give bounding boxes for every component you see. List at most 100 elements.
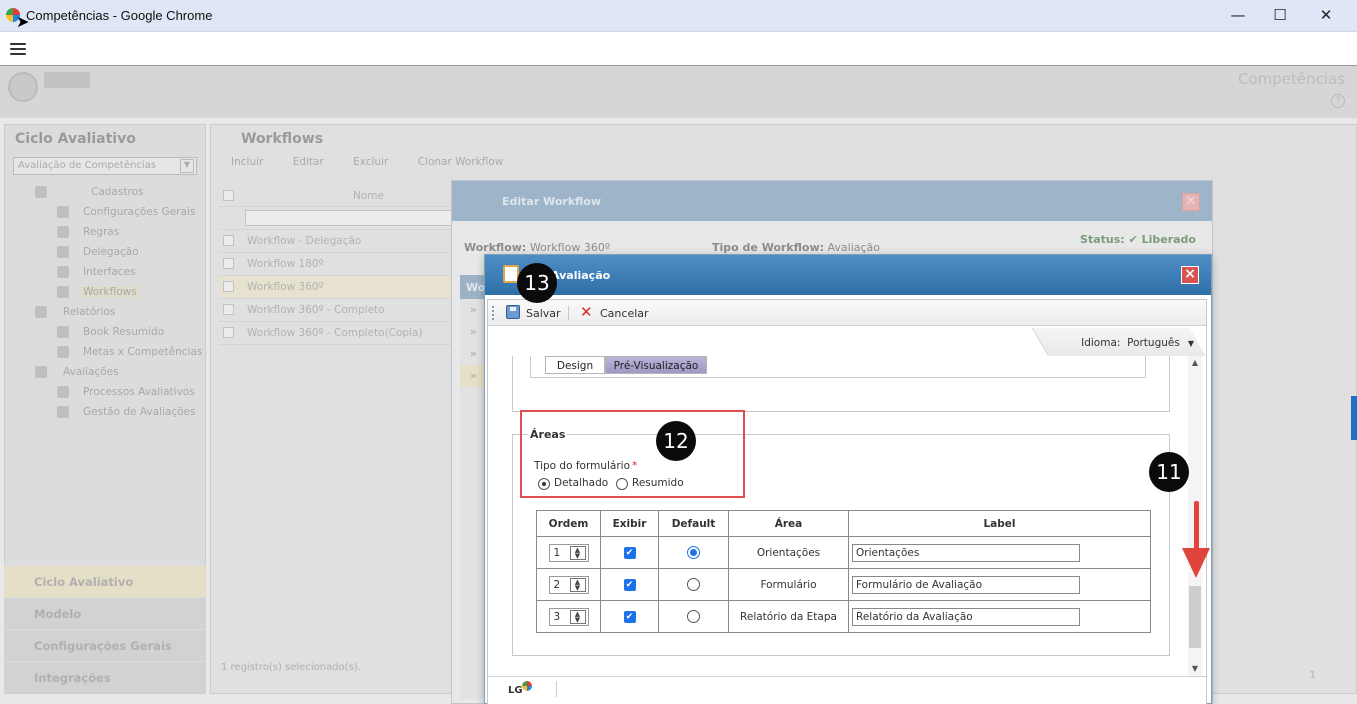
stepper-arrows-icon[interactable]: ▲ ▼: [569, 545, 586, 560]
save-icon: [506, 305, 520, 319]
tree-item[interactable]: Delegação: [5, 243, 205, 263]
sidebar-tab-modelo[interactable]: Modelo: [4, 598, 206, 629]
stepper-arrows-icon[interactable]: ▲ ▼: [569, 577, 586, 592]
label-input[interactable]: Relatório da Avaliação: [852, 607, 1080, 626]
row-checkbox[interactable]: [223, 235, 234, 246]
label-input[interactable]: Formulário de Avaliação: [852, 575, 1080, 594]
exibir-checkbox[interactable]: ✔: [623, 546, 636, 559]
save-button[interactable]: Salvar: [506, 304, 562, 322]
tree-item[interactable]: Avaliações: [5, 363, 205, 383]
tree-item[interactable]: Metas x Competências: [5, 343, 205, 363]
window-title: Competências - Google Chrome: [26, 8, 213, 23]
clipboard-icon: [57, 286, 69, 298]
report-icon: [57, 346, 69, 358]
app-header: Competências ?: [0, 66, 1357, 118]
table-row[interactable]: Workflow - Delegação: [219, 230, 459, 253]
annotation-badge-12: 12: [656, 421, 696, 461]
close-window-button[interactable]: ✕: [1312, 4, 1340, 26]
close-icon[interactable]: ×: [1181, 266, 1199, 284]
scroll-up-icon[interactable]: ▲: [1188, 356, 1202, 370]
folder-icon: [35, 186, 47, 198]
annotation-arrow-head: [1182, 548, 1210, 578]
logo-icon: [522, 681, 532, 691]
tree-item[interactable]: Relatórios: [5, 303, 205, 323]
sidebar-select[interactable]: Avaliação de Competências ▼: [13, 157, 197, 175]
default-radio[interactable]: [687, 578, 700, 591]
editar-button[interactable]: Editar: [293, 156, 324, 168]
modal-toolbar: Salvar ✕ Cancelar: [488, 300, 1206, 326]
col-area: Área: [728, 510, 849, 537]
row-marker[interactable]: »: [460, 299, 486, 321]
grid-filter-row: [219, 207, 459, 230]
chevron-down-icon[interactable]: ▼: [180, 159, 194, 173]
col-default: Default: [658, 510, 729, 537]
col-exibir: Exibir: [600, 510, 659, 537]
default-radio[interactable]: [687, 546, 700, 559]
help-icon[interactable]: ?: [1331, 94, 1345, 108]
row-marker[interactable]: »: [460, 343, 486, 365]
modal-titlebar: Avaliação ×: [485, 255, 1211, 295]
col-ordem: Ordem: [536, 510, 601, 537]
check-icon: ✔: [1128, 233, 1138, 246]
table-row[interactable]: Workflow 360º: [219, 276, 459, 299]
filter-input[interactable]: [245, 210, 459, 226]
main-title: Workflows: [241, 131, 324, 147]
ordem-stepper[interactable]: 1 ▲ ▼: [548, 543, 589, 562]
tree-item[interactable]: Regras: [5, 223, 205, 243]
workflow-grid: Nome Workflow - Delegação Workflow 180º …: [219, 185, 459, 345]
modal-footer: LG: [488, 676, 1206, 704]
minimize-button[interactable]: —: [1224, 4, 1252, 26]
default-radio[interactable]: [687, 610, 700, 623]
tree-item[interactable]: Cadastros: [5, 183, 205, 203]
row-checkbox[interactable]: [223, 258, 234, 269]
areas-table: Ordem Exibir Default Área Label 1 ▲ ▼ ✔ Or…: [536, 510, 1151, 633]
excluir-button[interactable]: Excluir: [353, 156, 388, 168]
tree-item[interactable]: Interfaces: [5, 263, 205, 283]
row-marker[interactable]: »: [460, 365, 486, 387]
tab-design[interactable]: Design: [545, 356, 605, 374]
area-name: Relatório da Etapa: [728, 600, 849, 633]
tree-item[interactable]: Book Resumido: [5, 323, 205, 343]
chrome-address-bar: [0, 32, 1357, 66]
row-checkbox[interactable]: [223, 304, 234, 315]
stepper-arrows-icon[interactable]: ▲ ▼: [569, 609, 586, 624]
incluir-button[interactable]: Incluir: [231, 156, 263, 168]
label-input[interactable]: Orientações: [852, 543, 1080, 562]
tree-item[interactable]: Configurações Gerais: [5, 203, 205, 223]
maximize-button[interactable]: ☐: [1266, 4, 1294, 26]
workflow-info: Workflow: Workflow 360º: [464, 241, 610, 254]
exibir-checkbox[interactable]: ✔: [623, 610, 636, 623]
table-row[interactable]: Workflow 360º - Completo(Copia): [219, 322, 459, 345]
cancel-button[interactable]: ✕ Cancelar: [580, 303, 650, 322]
ordem-stepper[interactable]: 2 ▲ ▼: [548, 575, 589, 594]
row-checkbox[interactable]: [223, 327, 234, 338]
workflow-type-info: Tipo de Workflow: Avaliação: [712, 241, 881, 254]
chrome-titlebar: ➤ Competências - Google Chrome — ☐ ✕: [0, 0, 1357, 32]
sidebar-tab-configuracoes[interactable]: Configurações Gerais: [4, 630, 206, 661]
workflow-side-tab[interactable]: Wo: [460, 275, 486, 299]
site-settings-icon[interactable]: [10, 40, 26, 56]
tab-preview[interactable]: Pré-Visualização: [605, 356, 707, 374]
row-marker[interactable]: »: [460, 321, 486, 343]
sidebar-tab-ciclo[interactable]: Ciclo Avaliativo: [4, 566, 206, 597]
select-all-checkbox[interactable]: [223, 190, 234, 201]
scroll-thumb[interactable]: [1189, 586, 1201, 648]
grid-pager[interactable]: 1: [1310, 670, 1316, 681]
exibir-checkbox[interactable]: ✔: [623, 578, 636, 591]
row-checkbox[interactable]: [223, 281, 234, 292]
col-label: Label: [848, 510, 1151, 537]
tree-item[interactable]: Gestão de Avaliações: [5, 403, 205, 423]
tree-item[interactable]: Processos Avaliativos: [5, 383, 205, 403]
close-icon[interactable]: ✕: [1182, 193, 1200, 211]
sidebar-tab-integracoes[interactable]: Integrações: [4, 662, 206, 693]
scroll-down-icon[interactable]: ▼: [1188, 662, 1202, 676]
clonar-button[interactable]: Clonar Workflow: [418, 156, 504, 168]
table-row[interactable]: Workflow 360º - Completo: [219, 299, 459, 322]
language-bar: Idioma: Português ▼: [488, 328, 1206, 356]
language-select[interactable]: Idioma: Português ▼: [1081, 337, 1194, 349]
area-name: Orientações: [728, 536, 849, 569]
table-row[interactable]: Workflow 180º: [219, 253, 459, 276]
ordem-stepper[interactable]: 3 ▲ ▼: [548, 607, 589, 626]
tree-item-workflows[interactable]: Workflows: [5, 283, 205, 303]
table-row: 3 ▲ ▼ ✔ Relatório da Etapa Relatório da Av…: [536, 600, 1151, 633]
